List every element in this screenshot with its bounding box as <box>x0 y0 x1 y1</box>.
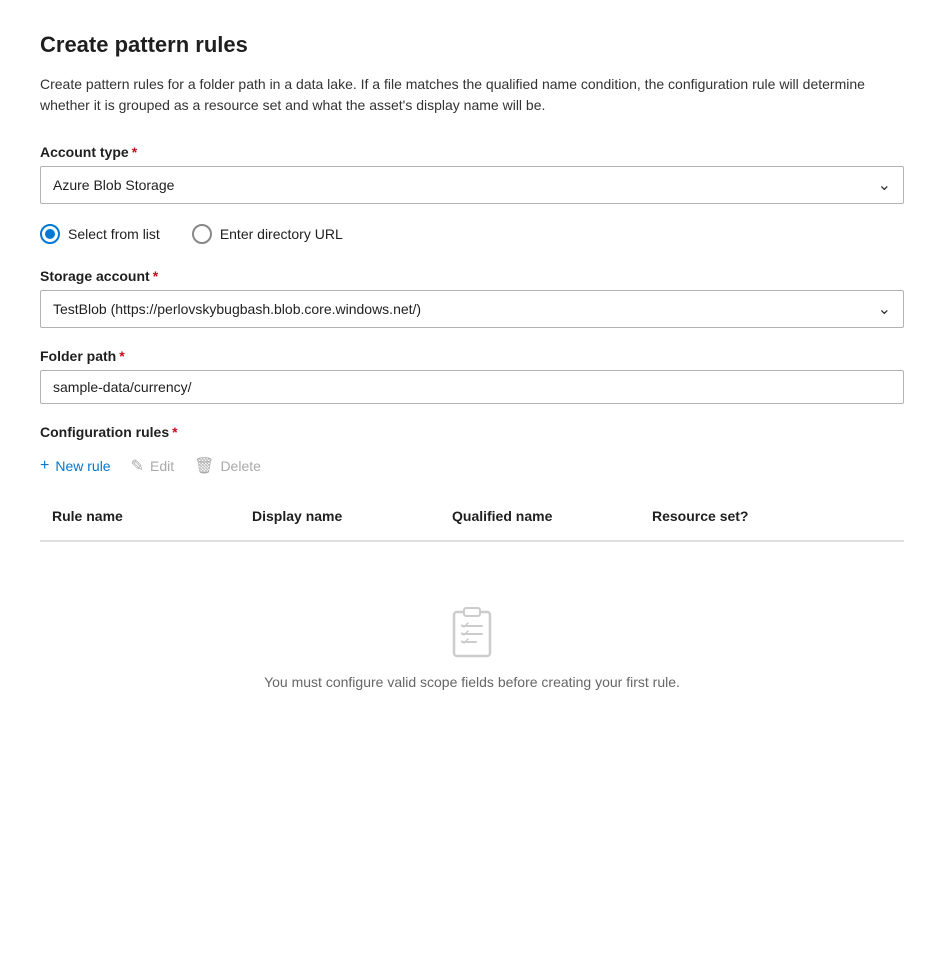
folder-path-field: Folder path * <box>40 348 904 404</box>
folder-path-required: * <box>119 348 124 364</box>
col-rule-name: Rule name <box>40 500 240 532</box>
plus-icon: + <box>40 457 49 475</box>
empty-clipboard-icon <box>444 602 500 658</box>
empty-state: You must configure valid scope fields be… <box>40 542 904 750</box>
select-from-list-option[interactable]: Select from list <box>40 224 160 244</box>
account-type-required: * <box>132 144 137 160</box>
empty-state-message: You must configure valid scope fields be… <box>264 674 680 690</box>
delete-icon: 🗑 <box>194 456 214 476</box>
col-display-name: Display name <box>240 500 440 532</box>
select-from-list-label: Select from list <box>68 226 160 242</box>
folder-path-input[interactable] <box>40 370 904 404</box>
select-from-list-radio[interactable] <box>40 224 60 244</box>
account-type-value: Azure Blob Storage <box>53 177 174 193</box>
account-type-label: Account type <box>40 144 129 160</box>
enter-directory-url-option[interactable]: Enter directory URL <box>192 224 343 244</box>
enter-directory-url-radio[interactable] <box>192 224 212 244</box>
account-type-field: Account type * Azure Blob Storage ⌄ <box>40 144 904 204</box>
folder-path-label: Folder path <box>40 348 116 364</box>
col-resource-set: Resource set? <box>640 500 790 532</box>
col-qualified-name: Qualified name <box>440 500 640 532</box>
page-title: Create pattern rules <box>40 32 904 58</box>
storage-account-required: * <box>153 268 158 284</box>
storage-account-select[interactable]: TestBlob (https://perlovskybugbash.blob.… <box>40 290 904 328</box>
configuration-rules-section: Configuration rules * + New rule ✎ Edit … <box>40 424 904 750</box>
enter-directory-url-label: Enter directory URL <box>220 226 343 242</box>
account-type-select[interactable]: Azure Blob Storage ⌄ <box>40 166 904 204</box>
storage-account-label: Storage account <box>40 268 150 284</box>
configuration-rules-required: * <box>172 424 177 440</box>
edit-button[interactable]: ✎ Edit <box>131 452 175 480</box>
configuration-rules-label: Configuration rules <box>40 424 169 440</box>
source-type-radio-group: Select from list Enter directory URL <box>40 224 904 244</box>
new-rule-label: New rule <box>55 458 110 474</box>
edit-icon: ✎ <box>131 456 144 476</box>
edit-label: Edit <box>150 458 174 474</box>
table-header: Rule name Display name Qualified name Re… <box>40 500 904 541</box>
new-rule-button[interactable]: + New rule <box>40 453 111 479</box>
storage-account-value: TestBlob (https://perlovskybugbash.blob.… <box>53 301 421 317</box>
delete-button[interactable]: 🗑 Delete <box>194 452 261 480</box>
chevron-down-icon: ⌄ <box>878 299 891 319</box>
configuration-rules-toolbar: + New rule ✎ Edit 🗑 Delete <box>40 452 904 480</box>
page-description: Create pattern rules for a folder path i… <box>40 74 904 116</box>
storage-account-field: Storage account * TestBlob (https://perl… <box>40 268 904 328</box>
delete-label: Delete <box>220 458 260 474</box>
chevron-down-icon: ⌄ <box>878 175 891 195</box>
